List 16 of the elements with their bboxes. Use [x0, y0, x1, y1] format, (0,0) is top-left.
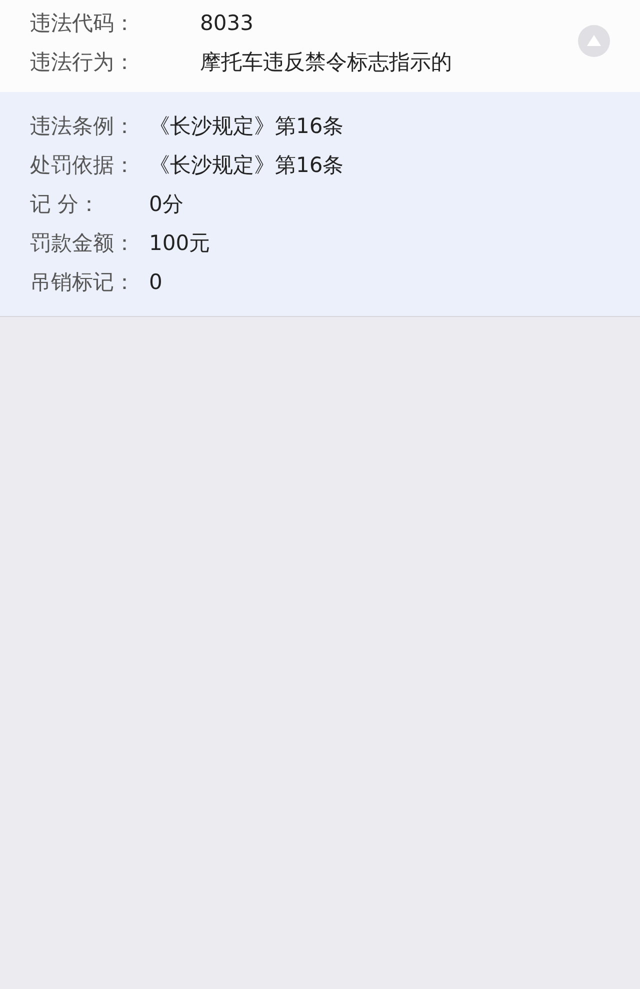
field-label: 罚款金额：	[30, 230, 136, 257]
field-value: 100元	[149, 230, 210, 257]
field-value: 《长沙规定》第16条	[149, 152, 344, 179]
triangle-icon	[586, 33, 602, 49]
field-label: 处罚依据：	[30, 152, 136, 179]
field-label: 违法代码：	[30, 10, 136, 37]
field-label: 违法条例：	[30, 112, 136, 140]
field-value: 8033	[200, 10, 254, 37]
field-label: 违法行为：	[30, 48, 136, 76]
collapse-button[interactable]	[578, 25, 610, 57]
field-value: 摩托车违反禁令标志指示的	[200, 48, 452, 76]
field-value: 0	[149, 268, 162, 296]
field-value: 0分	[149, 190, 184, 218]
field-label: 吊销标记：	[30, 268, 136, 296]
field-value: 《长沙规定》第16条	[149, 112, 344, 140]
field-label: 记 分：	[30, 190, 101, 218]
